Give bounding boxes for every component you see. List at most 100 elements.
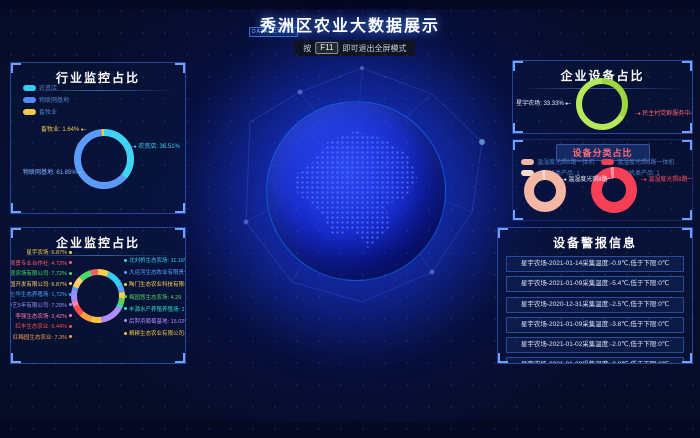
label-dot-icon <box>69 272 72 275</box>
enterprise-donut-chart[interactable] <box>71 269 125 323</box>
label-text: 后羿浜葡萄基地: 15.02% <box>129 317 186 325</box>
label-dot-icon <box>69 325 72 328</box>
equipment-donut-chart[interactable] <box>576 78 628 130</box>
label-dot-icon <box>69 293 72 296</box>
alert-row: 星宇农场-2021-01-02采集温度:-2.0℃,低于下限:0℃ <box>506 337 684 353</box>
label-dot-icon <box>124 259 127 262</box>
label-text: 七华生态养殖场: 1.72% <box>10 290 67 298</box>
chart-label: 李强生态农场: 3.42% <box>15 312 72 320</box>
label-dot-icon <box>124 283 127 286</box>
alert-list: 星宇农场-2021-01-14采集温度:-0.9℃,低于下限:0℃ 星宇农场-20… <box>498 256 692 364</box>
label-dot-icon <box>69 251 72 254</box>
label-dot-icon <box>124 271 127 274</box>
alert-row: 星宇农场-2020-12-31采集温度:-2.5℃,低于下限:0℃ <box>506 297 684 313</box>
legend-item[interactable]: 畜牧业 <box>23 107 69 116</box>
corner-accent <box>513 123 523 133</box>
chart-label: 陶门生态农业科技有限公 <box>124 280 186 288</box>
panel-title: 设备警报信息 <box>498 234 692 251</box>
corner-accent <box>682 210 692 220</box>
globe-visualization <box>266 101 446 281</box>
label-text: 秀洲周勇专业合作社: 4.72% <box>10 259 67 267</box>
industry-donut-chart[interactable] <box>74 129 134 189</box>
chart-label: 红丰生态农业: 6.44% <box>15 322 72 330</box>
callout-equipment-left: 星宇农场: 33.33% <box>516 98 571 107</box>
f11-keycap: F11 <box>315 42 338 54</box>
corner-accent <box>175 203 185 213</box>
legend-label: 农资店 <box>39 83 57 92</box>
top-band <box>0 0 700 9</box>
label-text: 星宇农场: 6.87% <box>26 248 67 256</box>
label-text: 家庭农场有限公司: 7.72% <box>10 269 67 277</box>
panel-industry-monitor: 行业监控占比 农资店物联网基地畜牧业 畜牧业: 1.64% 农资店: 36.51… <box>10 62 186 214</box>
legend-swatch-icon <box>521 159 534 165</box>
chart-label: 后羿浜葡萄基地: 15.02% <box>124 317 186 325</box>
legend-label: 温湿度光照8路一体机 <box>537 157 594 166</box>
globe-continents <box>275 110 437 272</box>
panel-enterprise-monitor: 企业监控占比 星宇农场: 6.87%秀洲周勇专业合作社: 4.72%家庭农场有限… <box>10 227 186 364</box>
enterprise-labels-left: 星宇农场: 6.87% 秀洲周勇专业合作社: 4.72% 家庭农场有限公司: 7.7… <box>10 248 72 341</box>
corner-accent <box>175 353 185 363</box>
corner-accent <box>11 353 21 363</box>
label-dot-icon <box>69 282 72 285</box>
callout-store: 农资店: 36.51% <box>131 141 180 150</box>
legend-label: 温湿度光照8路一体机 <box>617 157 674 166</box>
legend-swatch-icon <box>601 159 614 165</box>
label-dot-icon <box>124 319 127 322</box>
hint-suffix: 即可退出全屏模式 <box>342 43 406 54</box>
chart-label: 大运河生态牧业有限责任公 <box>124 268 186 276</box>
alert-row: 星宇农场-2021-01-09采集温度:-3.8℃,低于下限:0℃ <box>506 317 684 333</box>
legend-item[interactable]: 物联网基地 <box>23 95 69 104</box>
label-dot-icon <box>69 261 72 264</box>
class-left-donut-chart[interactable] <box>524 170 566 212</box>
legend-item[interactable]: 温湿度光照8路一体机 <box>601 157 674 166</box>
legend-item[interactable]: 温湿度光照8路一体机 <box>521 157 594 166</box>
chart-label: 北刘桥生态农场: 11.16% <box>124 256 186 264</box>
label-text: 北刘桥生态农场: 11.16% <box>129 256 186 264</box>
alert-row: 星宇农场-2021-01-09采集温度:-0.9℃,低于下限:0℃ <box>506 357 684 364</box>
chart-label: 国开发有限公司: 6.87% <box>10 280 72 288</box>
panel-device-alerts: 设备警报信息 星宇农场-2021-01-14采集温度:-0.9℃,低于下限:0℃… <box>497 227 693 364</box>
label-text: 国开发有限公司: 6.87% <box>10 280 67 288</box>
label-text: 中艺5年有限公司: 7.29% <box>10 301 67 309</box>
chart-label: 星宇农场: 6.87% <box>26 248 72 256</box>
fullscreen-hint: 按 F11 即可退出全屏模式 <box>294 40 415 56</box>
label-text: 大运河生态牧业有限责任公 <box>129 268 186 276</box>
industry-legend: 农资店物联网基地畜牧业 <box>23 83 69 119</box>
label-text: 梅园悠生态农场: 4.29 <box>129 293 181 301</box>
label-text: 李强生态农场: 3.42% <box>15 312 67 320</box>
chart-label: 梅园悠生态农场: 4.29 <box>124 293 181 301</box>
panel-equipment-ratio: 企业设备占比 星宇农场: 33.33% 民主村党群服务中心 <box>512 60 693 134</box>
callout-iot: 物联网基地: 61.85% <box>23 167 84 176</box>
legend-label: 畜牧业 <box>39 107 57 116</box>
enterprise-labels-right: 北刘桥生态农场: 11.16% 大运河生态牧业有限责任公陶门生态农业科技有限公梅园… <box>124 256 186 337</box>
callout-equipment-right: 民主村党群服务中心 <box>635 108 693 117</box>
label-dot-icon <box>69 335 72 338</box>
callout-class-right: 温湿度光照8路一 <box>641 174 693 183</box>
callout-livestock: 畜牧业: 1.64% <box>41 124 87 133</box>
legend-swatch-icon <box>23 109 36 115</box>
label-text: 陶门生态农业科技有限公 <box>129 280 186 288</box>
legend-swatch-icon <box>23 85 36 91</box>
panel-device-classification: 设备分类占比 温湿度光照8路一体机一体机类产品: 1 温湿度光照8路一体机一体机… <box>512 139 693 221</box>
legend-swatch-icon <box>23 97 36 103</box>
legend-item[interactable]: 农资店 <box>23 83 69 92</box>
label-dot-icon <box>69 303 72 306</box>
chart-label: 家庭农场有限公司: 7.72% <box>10 269 72 277</box>
label-text: 粮耕生态农业有限公司: 6.87% <box>129 329 186 337</box>
corner-accent <box>11 203 21 213</box>
dashboard: DATASCREEN 秀洲区农业大数据展示 按 F11 即可退出全屏模式 行业监… <box>0 0 700 438</box>
chart-label: 秀洲周勇专业合作社: 4.72% <box>10 259 72 267</box>
chart-label: 丰源水产养殖养殖场: 1. <box>124 305 186 313</box>
label-text: 红梅园生态农业: 7.3% <box>13 333 67 341</box>
bottom-band <box>0 421 700 438</box>
legend-label: 物联网基地 <box>39 95 69 104</box>
callout-class-left: 温湿度光照8路一 <box>561 174 614 183</box>
chart-label: 粮耕生态农业有限公司: 6.87% <box>124 329 186 337</box>
alert-row: 星宇农场-2021-01-14采集温度:-0.9℃,低于下限:0℃ <box>506 256 684 272</box>
page-title: 秀洲区农业大数据展示 <box>0 12 700 36</box>
alert-row: 星宇农场-2021-01-09采集温度:-5.4℃,低于下限:0℃ <box>506 276 684 292</box>
label-text: 丰源水产养殖养殖场: 1. <box>129 305 186 313</box>
chart-label: 七华生态养殖场: 1.72% <box>10 290 72 298</box>
chart-label: 红梅园生态农业: 7.3% <box>13 333 72 341</box>
corner-accent <box>513 210 523 220</box>
